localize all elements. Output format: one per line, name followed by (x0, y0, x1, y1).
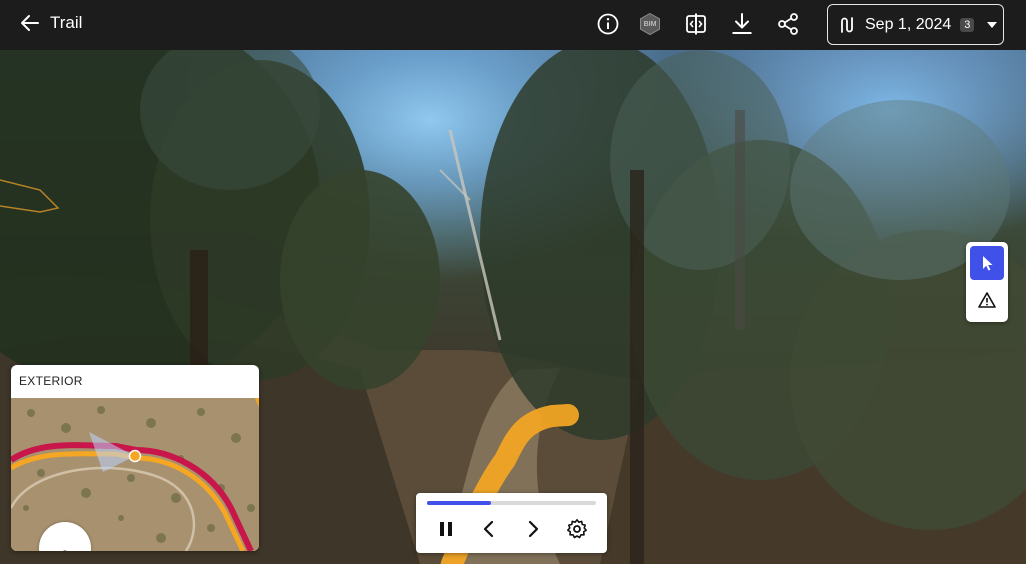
download-button[interactable] (730, 12, 754, 36)
pause-icon (440, 522, 452, 536)
previous-button[interactable] (477, 517, 501, 541)
chevron-down-icon (987, 21, 998, 28)
back-button[interactable]: Trail (20, 13, 82, 33)
playback-progress-fill (427, 501, 492, 505)
date-selector[interactable]: Sep 1, 2024 3 (827, 4, 1004, 45)
info-icon (597, 13, 619, 35)
minimap-map[interactable]: 3 (11, 398, 259, 551)
next-button[interactable] (521, 517, 545, 541)
select-pointer-icon (983, 256, 993, 271)
bim-button[interactable]: BIM (638, 12, 662, 36)
route-icon (841, 16, 853, 33)
share-button[interactable] (776, 12, 800, 36)
arrow-left-icon (21, 15, 39, 31)
select-tool-button[interactable] (970, 246, 1004, 280)
settings-button[interactable] (565, 517, 589, 541)
top-bar: Trail BIM Sep 1, 2024 3 (0, 0, 1026, 50)
compare-icon (686, 13, 706, 35)
minimap-panel[interactable]: EXTERIOR 3 (11, 365, 259, 551)
compare-button[interactable] (684, 12, 708, 36)
previous-icon (483, 520, 494, 538)
next-icon (528, 520, 539, 538)
capture-count-badge: 3 (960, 17, 975, 32)
minimap-label: EXTERIOR (19, 374, 83, 388)
warning-icon (978, 292, 996, 308)
playback-progress-bar[interactable] (427, 501, 596, 505)
pause-button[interactable] (434, 517, 458, 541)
share-icon (778, 13, 798, 35)
page-title: Trail (50, 13, 83, 32)
floor-number: 3 (62, 548, 69, 551)
settings-icon (567, 519, 587, 539)
bim-label: BIM (643, 20, 657, 28)
download-icon (732, 13, 752, 34)
playback-controls (416, 493, 607, 553)
selected-date: Sep 1, 2024 (865, 15, 952, 33)
annotation-toolbar (966, 242, 1008, 322)
issue-tool-button[interactable] (970, 283, 1004, 317)
info-button[interactable] (596, 12, 620, 36)
